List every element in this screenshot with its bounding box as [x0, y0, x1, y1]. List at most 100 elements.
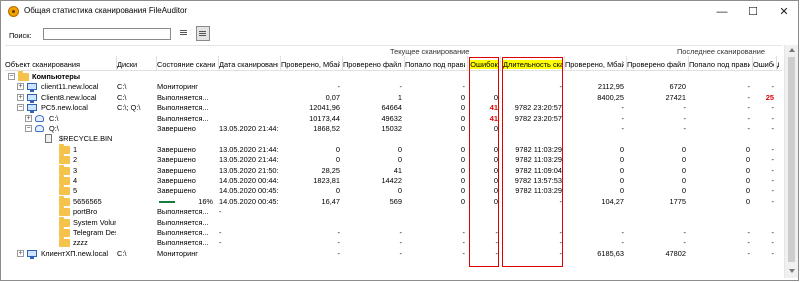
- header-divider[interactable]: [564, 56, 565, 71]
- table-row[interactable]: + C:\ Выполняется... 10173,44 49632 0 41 9782 2…: [5, 114, 782, 124]
- cell-checked-mb: -: [337, 238, 340, 248]
- table-row[interactable]: − Q:\ Завершено 13.05.2020 21:44:42 1868,52 1…: [5, 124, 782, 134]
- list-icon: [180, 30, 187, 31]
- header-col-last-matched-rule[interactable]: Попало под правило: [689, 60, 750, 69]
- header-divider[interactable]: [404, 56, 405, 71]
- collapse-icon[interactable]: −: [8, 73, 15, 80]
- expand-icon[interactable]: +: [17, 249, 24, 257]
- folder-icon: [59, 185, 70, 196]
- details-icon: [199, 31, 206, 32]
- cell-object: 5: [73, 186, 78, 196]
- cell-checked-files: 569: [389, 196, 402, 206]
- vertical-scrollbar[interactable]: [784, 45, 798, 278]
- header-divider[interactable]: [342, 56, 343, 71]
- expand-icon[interactable]: +: [17, 83, 24, 91]
- header-divider[interactable]: [280, 56, 281, 71]
- table-row[interactable]: 1Завершено13.05.2020 21:44:5600009782 11…: [5, 143, 782, 155]
- cell-last-matched-rule: [689, 134, 750, 144]
- cell-last-matched-rule: -: [747, 103, 750, 113]
- cell-date: [219, 114, 278, 124]
- cell-object: 5656565: [73, 196, 102, 206]
- folder-icon: [59, 143, 70, 154]
- header-col-date[interactable]: Дата сканирования: [219, 60, 278, 69]
- cell-status: [157, 134, 216, 144]
- table-row[interactable]: + Client8.new.local C:\ Выполняется... 0,07 1…: [5, 93, 782, 103]
- cell-last-checked-mb: 0: [619, 155, 624, 165]
- title-bar[interactable]: Общая статистика сканирования FileAudito…: [1, 1, 798, 23]
- header-col-last-errors[interactable]: Ошибок: [753, 60, 774, 69]
- header-divider[interactable]: [467, 56, 468, 71]
- header-divider[interactable]: [688, 56, 689, 71]
- cell-last-matched-rule: -: [747, 92, 750, 102]
- close-button[interactable]: ✕: [769, 1, 798, 23]
- cell-object: System Volume I...: [73, 217, 116, 227]
- collapse-icon[interactable]: −: [17, 104, 24, 112]
- table-row[interactable]: System Volume I... Выполняется...: [5, 216, 782, 228]
- scroll-thumb[interactable]: [788, 57, 795, 262]
- cell-checked-mb: 28,25: [321, 165, 341, 175]
- cell-last-errors: -: [771, 155, 774, 165]
- table-row[interactable]: 5Завершено14.05.2020 00:45:0000009782 11…: [5, 185, 782, 196]
- table-row[interactable]: 3Завершено13.05.2020 21:50:3428,25410097…: [5, 164, 782, 176]
- header-divider[interactable]: [752, 56, 753, 71]
- header-divider[interactable]: [116, 56, 117, 71]
- header-col-last-checked-mb[interactable]: Проверено, Мбайт: [565, 60, 624, 69]
- header-divider[interactable]: [218, 56, 219, 71]
- folder-icon: [59, 237, 70, 248]
- header-divider[interactable]: [626, 56, 627, 71]
- scan-stats-grid[interactable]: Текущее сканирование Последнее сканирова…: [5, 45, 782, 278]
- cell-date: 14.05.2020 00:45:00: [219, 196, 278, 206]
- cell-object: Компьютеры: [32, 72, 81, 81]
- cell-disks: C:\: [117, 92, 127, 102]
- table-row[interactable]: $RECYCLE.BIN: [5, 134, 782, 144]
- cell-status: Выполняется...: [157, 113, 209, 123]
- header-col-last-duration[interactable]: Дл: [777, 60, 779, 69]
- cell-last-errors: -: [771, 113, 774, 123]
- cell-disks: [117, 124, 154, 134]
- table-row[interactable]: + client11.new.local C:\ Мониторинг - - - - 2112…: [5, 82, 782, 93]
- cell-last-checked-files: [627, 218, 686, 228]
- table-row[interactable]: + КлиентХП.new.local C:\ Мониторинг - - - - - 618…: [5, 249, 782, 259]
- cell-date: [219, 218, 278, 228]
- table-row[interactable]: − Компьютеры: [5, 71, 782, 82]
- cell-last-matched-rule: 0: [745, 155, 750, 165]
- header-col-status[interactable]: Состояние скани...: [157, 60, 216, 69]
- cell-object: 3: [73, 165, 78, 175]
- cell-checked-mb: [281, 72, 340, 82]
- header-divider[interactable]: [156, 56, 157, 71]
- expand-icon[interactable]: +: [25, 114, 32, 122]
- cell-matched-rule: 0: [460, 124, 465, 133]
- header-col-matched-rule[interactable]: Попало под правило: [405, 60, 465, 69]
- maximize-button[interactable]: ☐: [738, 1, 768, 23]
- header-divider[interactable]: [776, 56, 777, 71]
- table-row[interactable]: 2Завершено13.05.2020 21:44:5700009782 11…: [5, 154, 782, 165]
- window-title: Общая статистика сканирования FileAudito…: [24, 6, 188, 15]
- header-col-checked-mb[interactable]: Проверено, Мбайт: [281, 60, 340, 69]
- header-col-object[interactable]: Объект сканирования: [5, 60, 114, 69]
- header-divider[interactable]: [500, 56, 501, 71]
- header-col-checked-files[interactable]: Проверено файлов: [343, 60, 402, 69]
- cell-checked-mb: -: [337, 82, 340, 92]
- minimize-button[interactable]: —: [707, 1, 737, 23]
- expand-icon[interactable]: +: [17, 93, 24, 101]
- cell-status: Выполняется...: [157, 103, 209, 113]
- table-row[interactable]: Telegram DesktopВыполняется...----------: [5, 227, 782, 238]
- scroll-down-icon[interactable]: [789, 269, 795, 273]
- table-row[interactable]: − PC5.new.local C:\; Q:\ Выполняется... 1204…: [5, 103, 782, 114]
- cell-disks: [117, 207, 154, 217]
- header-col-last-checked-files[interactable]: Проверено файлов: [627, 60, 686, 69]
- table-row[interactable]: 4 Завершено 14.05.2020 00:44:59 1823,81 1442…: [5, 175, 782, 186]
- list-view-button[interactable]: [177, 26, 191, 41]
- collapse-icon[interactable]: −: [25, 125, 32, 132]
- cell-disks: C:\: [117, 248, 127, 258]
- table-row[interactable]: zzzz Выполняется... - - - - - - - - - -: [5, 237, 782, 248]
- search-input[interactable]: [43, 28, 171, 40]
- cell-object: КлиентХП.new.local: [41, 248, 109, 258]
- header-col-disks[interactable]: Диски: [117, 60, 154, 69]
- table-row[interactable]: 5656565 16% 14.05.2020 00:45:00 16,47 569 0 0 -…: [5, 195, 782, 207]
- scroll-up-icon[interactable]: [789, 48, 795, 52]
- cell-matched-rule: 0: [460, 165, 465, 175]
- detail-view-button[interactable]: [196, 26, 210, 41]
- main-window: Общая статистика сканирования FileAudito…: [0, 0, 799, 281]
- table-row[interactable]: portBro Выполняется... -: [5, 206, 782, 217]
